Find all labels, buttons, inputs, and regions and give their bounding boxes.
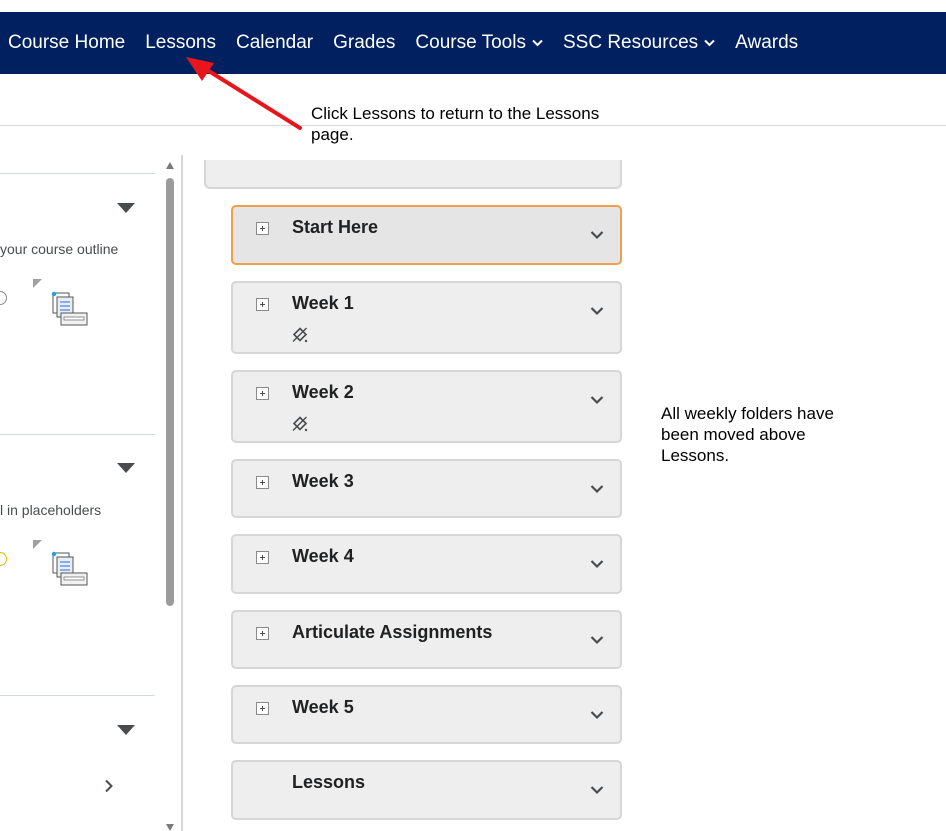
widget-collapse-icon[interactable] bbox=[117, 463, 135, 473]
chevron-down-icon bbox=[704, 39, 715, 47]
chevron-down-icon bbox=[532, 39, 543, 47]
widget-collapse-icon[interactable] bbox=[117, 203, 135, 213]
chevron-down-icon[interactable] bbox=[590, 484, 604, 494]
chevron-down-icon[interactable] bbox=[590, 635, 604, 645]
nav-course-tools[interactable]: Course Tools bbox=[415, 32, 543, 54]
document-tray-icon bbox=[51, 291, 88, 326]
nav-course-tools-label: Course Tools bbox=[415, 32, 526, 53]
module-start-here[interactable]: Start Here bbox=[231, 205, 622, 265]
left-widget-panel: your course outline l in placeholders bbox=[0, 155, 160, 831]
chevron-down-icon[interactable] bbox=[590, 230, 604, 240]
scroll-up-arrow-icon[interactable] bbox=[166, 162, 174, 169]
module-title: Articulate Assignments bbox=[292, 622, 493, 642]
expand-plus-icon[interactable] bbox=[256, 627, 269, 640]
nav-grades[interactable]: Grades bbox=[333, 32, 395, 54]
nav-grades-label: Grades bbox=[333, 32, 396, 53]
expand-plus-icon[interactable] bbox=[256, 387, 269, 400]
module-title: Week 5 bbox=[292, 697, 354, 717]
module-week-1[interactable]: Week 1 bbox=[231, 281, 622, 354]
widget-divider bbox=[0, 695, 155, 696]
module-week-4[interactable]: Week 4 bbox=[231, 534, 622, 594]
widget-collapse-icon[interactable] bbox=[117, 725, 135, 735]
chevron-down-icon[interactable] bbox=[590, 306, 604, 316]
corner-fold-icon bbox=[33, 279, 42, 288]
module-week-3[interactable]: Week 3 bbox=[231, 459, 622, 518]
scroll-down-arrow-icon[interactable] bbox=[166, 824, 174, 831]
annotation-arrow bbox=[186, 57, 302, 130]
content-panel-header-partial bbox=[204, 160, 622, 189]
document-tray-icon bbox=[51, 551, 88, 586]
release-conditions-icon bbox=[292, 327, 308, 343]
nav-lessons-label: Lessons bbox=[145, 32, 216, 53]
nav-calendar-label: Calendar bbox=[236, 32, 314, 53]
status-circle-icon bbox=[0, 552, 7, 566]
panel-divider bbox=[181, 155, 183, 831]
annotation-folders-note: All weekly folders have been moved above… bbox=[661, 404, 834, 465]
expand-plus-icon[interactable] bbox=[256, 222, 269, 235]
module-title: Week 4 bbox=[292, 546, 354, 566]
nav-awards-label: Awards bbox=[735, 32, 799, 53]
module-title: Start Here bbox=[292, 217, 379, 237]
module-articulate-assignments[interactable]: Articulate Assignments bbox=[231, 610, 622, 669]
chevron-down-icon[interactable] bbox=[590, 710, 604, 720]
chevron-down-icon[interactable] bbox=[590, 785, 604, 795]
course-navbar: Course Home Lessons Calendar Grades Cour… bbox=[0, 12, 946, 74]
annotation-lessons-note: Click Lessons to return to the Lessons p… bbox=[311, 104, 600, 144]
module-week-5[interactable]: Week 5 bbox=[231, 685, 622, 744]
expand-plus-icon[interactable] bbox=[256, 298, 269, 311]
nav-ssc-resources-label: SSC Resources bbox=[562, 32, 699, 53]
left-panel-scrollbar[interactable] bbox=[163, 160, 177, 831]
widget-2-text: l in placeholders bbox=[0, 502, 102, 518]
status-circle-icon bbox=[0, 291, 7, 305]
module-week-2[interactable]: Week 2 bbox=[231, 370, 622, 443]
nav-calendar[interactable]: Calendar bbox=[236, 32, 313, 54]
chevron-right-icon[interactable] bbox=[104, 779, 114, 793]
nav-ssc-resources[interactable]: SSC Resources bbox=[563, 32, 715, 54]
module-title: Lessons bbox=[292, 772, 366, 792]
module-title: Week 2 bbox=[292, 382, 354, 402]
scroll-thumb[interactable] bbox=[166, 178, 174, 606]
module-title: Week 1 bbox=[292, 293, 354, 313]
expand-plus-icon[interactable] bbox=[256, 551, 269, 564]
expand-plus-icon[interactable] bbox=[256, 476, 269, 489]
widget-divider bbox=[0, 434, 155, 435]
widget-divider bbox=[0, 173, 155, 174]
corner-fold-icon bbox=[33, 540, 42, 549]
nav-course-home[interactable]: Course Home bbox=[8, 32, 125, 54]
chevron-down-icon[interactable] bbox=[590, 559, 604, 569]
widget-1-text: your course outline bbox=[0, 241, 119, 257]
nav-lessons[interactable]: Lessons bbox=[145, 32, 216, 54]
module-title: Week 3 bbox=[292, 471, 354, 491]
chevron-down-icon[interactable] bbox=[590, 395, 604, 405]
module-lessons[interactable]: Lessons bbox=[231, 760, 622, 820]
release-conditions-icon bbox=[292, 416, 308, 432]
expand-plus-icon[interactable] bbox=[256, 702, 269, 715]
nav-awards[interactable]: Awards bbox=[735, 32, 798, 54]
nav-course-home-label: Course Home bbox=[8, 32, 126, 53]
